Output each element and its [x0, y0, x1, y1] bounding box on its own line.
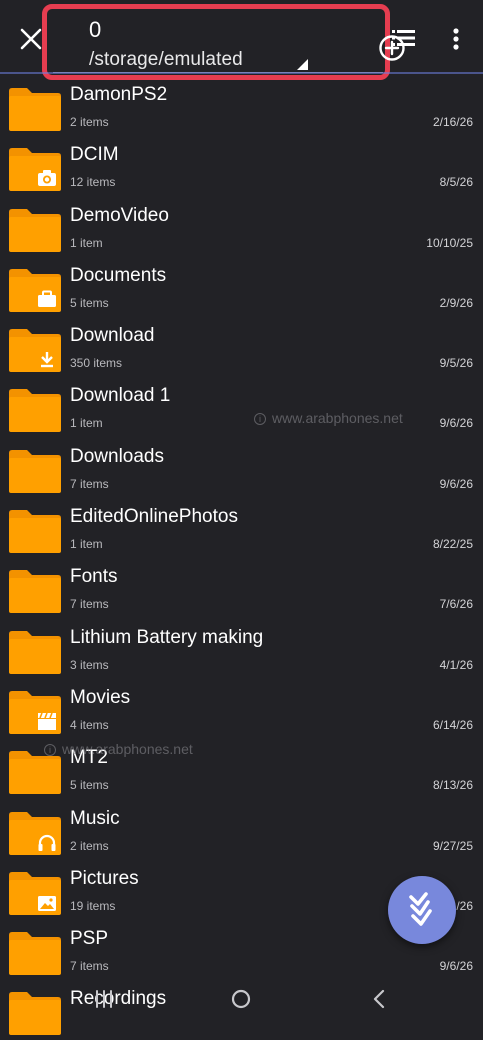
folder-date: 8/13/26 [432, 778, 473, 793]
folder-name: DamonPS2 [70, 84, 168, 105]
folder-name: Downloads [70, 445, 164, 467]
folder-icon [8, 930, 62, 976]
back-button[interactable] [371, 989, 387, 1014]
current-path: /storage/emulated [89, 49, 243, 70]
folder-row-downloads[interactable]: Downloads 7 items 9/6/26 [0, 437, 483, 497]
folder-camera-icon [8, 146, 62, 192]
folder-item-count: 4 items [70, 717, 109, 732]
top-app-bar: 0 /storage/emulated [0, 0, 483, 80]
home-icon [231, 989, 251, 1009]
path-number: 0 [89, 17, 102, 42]
folder-date: 8/5/26 [439, 175, 473, 190]
fab-button[interactable] [388, 876, 456, 944]
folder-icon [8, 448, 62, 494]
more-options-button[interactable] [446, 24, 466, 54]
recents-button[interactable] [93, 988, 115, 1015]
folder-download-icon [8, 327, 62, 373]
folder-row-damonps2[interactable]: DamonPS2 2 items 2/16/26 [0, 75, 483, 135]
folder-icon [8, 86, 62, 132]
view-mode-button[interactable] [391, 25, 417, 51]
folder-item-count: 1 item [70, 537, 103, 552]
folder-date: /26 [456, 898, 473, 913]
folder-briefcase-icon [8, 267, 62, 313]
folder-row-lithium-battery-making[interactable]: Lithium Battery making 3 items 4/1/26 [0, 618, 483, 678]
info-icon: i [44, 744, 56, 756]
folder-row-fonts[interactable]: Fonts 7 items 7/6/26 [0, 557, 483, 617]
home-button[interactable] [231, 989, 251, 1014]
folder-item-count: 7 items [70, 597, 109, 612]
folder-row-download[interactable]: Download 350 items 9/5/26 [0, 316, 483, 376]
folder-icon [8, 629, 62, 675]
folder-item-count: 7 items [70, 476, 109, 491]
folder-date: 9/6/26 [439, 476, 473, 491]
folder-name: DemoVideo [70, 204, 169, 226]
folder-name: PSP [70, 928, 109, 950]
folder-name: Documents [70, 264, 167, 286]
folder-name: Lithium Battery making [70, 626, 264, 648]
folder-item-count: 350 items [70, 356, 123, 371]
path-selector[interactable]: 0 /storage/emulated [42, 4, 405, 80]
folder-name: Pictures [70, 867, 139, 889]
back-chevron-icon [373, 989, 385, 1009]
folder-date: 9/5/26 [439, 356, 473, 371]
folder-icon [8, 387, 62, 433]
folder-name: Fonts [70, 566, 118, 588]
folder-icon [8, 207, 62, 253]
folder-row-movies[interactable]: Movies 4 items 6/14/26 [0, 678, 483, 738]
folder-item-count: 5 items [70, 295, 109, 310]
folder-item-count: 5 items [70, 778, 109, 793]
watermark: i www.arabphones.net [254, 410, 403, 426]
more-vert-icon [453, 28, 459, 50]
folder-item-count: 3 items [70, 657, 109, 672]
folder-row-dcim[interactable]: DCIM 12 items 8/5/26 [0, 135, 483, 195]
folder-item-count: 19 items [70, 898, 116, 913]
folder-date: 7/6/26 [439, 597, 473, 612]
folder-name: Movies [70, 686, 131, 708]
system-navigation-bar [0, 972, 483, 1024]
list-view-icon [392, 30, 415, 46]
recents-icon [96, 990, 112, 1008]
toolbar-divider [0, 72, 483, 74]
folder-icon [8, 508, 62, 554]
folder-row-documents[interactable]: Documents 5 items 2/9/26 [0, 256, 483, 316]
folder-row-demovideo[interactable]: DemoVideo 1 item 10/10/25 [0, 196, 483, 256]
folder-name: EditedOnlinePhotos [70, 506, 238, 528]
folder-name: DCIM [70, 144, 119, 166]
folder-headphones-icon [8, 810, 62, 856]
folder-date: 10/10/25 [426, 235, 473, 250]
folder-item-count: 1 item [70, 235, 103, 250]
folder-item-count: 2 items [70, 115, 109, 129]
folder-icon [8, 568, 62, 614]
folder-clapperboard-icon [8, 689, 62, 735]
folder-row-download-1[interactable]: Download 1 1 item 9/6/26 [0, 376, 483, 436]
folder-item-count: 12 items [70, 175, 116, 190]
folder-date: 2/16/26 [432, 115, 473, 129]
dropdown-triangle-icon [297, 59, 308, 70]
folder-name: Music [70, 807, 120, 829]
folder-date: 9/27/25 [432, 838, 473, 853]
folder-date: 2/9/26 [439, 295, 473, 310]
folder-row-music[interactable]: Music 2 items 9/27/25 [0, 799, 483, 859]
folder-image-icon [8, 870, 62, 916]
folder-item-count: 1 item [70, 416, 103, 431]
folder-date: 8/22/25 [432, 537, 473, 552]
folder-date: 4/1/26 [439, 657, 473, 672]
folder-item-count: 2 items [70, 838, 109, 853]
watermark: i www.arabphones.net [44, 741, 193, 757]
folder-date: 9/6/26 [439, 416, 473, 431]
info-icon: i [254, 413, 266, 425]
double-chevron-down-icon [409, 892, 432, 926]
folder-date: 6/14/26 [432, 717, 473, 732]
folder-name: Download 1 [70, 385, 171, 407]
folder-row-editedonlinephotos[interactable]: EditedOnlinePhotos 1 item 8/22/25 [0, 497, 483, 557]
folder-name: Download [70, 325, 155, 347]
